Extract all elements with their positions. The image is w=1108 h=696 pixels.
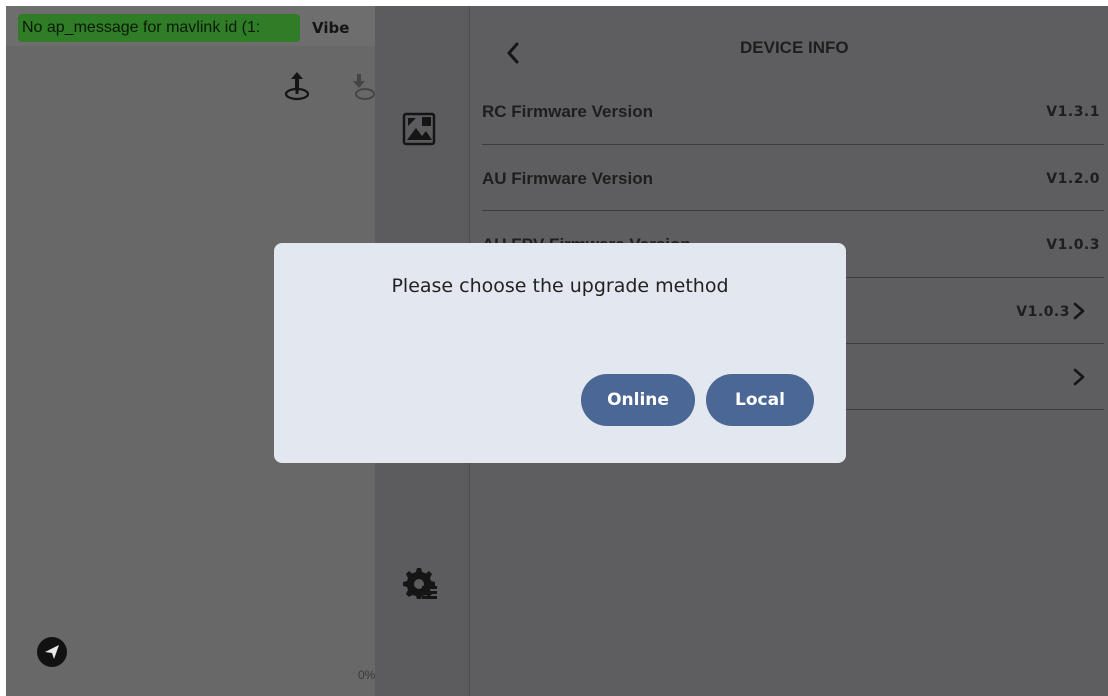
dialog-title: Please choose the upgrade method [391,275,729,297]
send-icon[interactable] [36,636,68,668]
upload-icon[interactable] [282,70,312,102]
rc-firmware-value: V1.3.1 [1046,104,1100,120]
au-firmware-label: AU Firmware Version [482,169,654,188]
status-message-badge: No ap_message for mavlink id (1: [18,14,300,42]
row-divider [482,210,1104,211]
settings-gear-icon[interactable] [402,566,438,600]
row-4-value[interactable]: V1.0.3 [1016,304,1070,320]
back-chevron-icon[interactable] [502,40,524,66]
row-divider [482,144,1104,145]
progress-percent: 0% [358,668,376,682]
vibe-label[interactable]: Vibe [312,14,349,42]
page-title: DEVICE INFO [740,38,849,57]
au-firmware-value: V1.2.0 [1046,171,1100,187]
local-button[interactable]: Local [706,374,814,426]
chevron-right-icon[interactable] [1072,367,1086,387]
download-icon[interactable] [351,72,375,102]
au-fpv-firmware-value: V1.0.3 [1046,237,1100,253]
app-window: No ap_message for mavlink id (1: Vibe 0% [6,6,1108,696]
upgrade-method-dialog: Please choose the upgrade method Online … [274,243,846,463]
rc-firmware-label: RC Firmware Version [482,102,654,121]
firmware-icon[interactable] [402,112,436,146]
status-bar: No ap_message for mavlink id (1: Vibe [6,6,375,46]
online-button[interactable]: Online [581,374,695,426]
chevron-right-icon[interactable] [1072,301,1086,321]
